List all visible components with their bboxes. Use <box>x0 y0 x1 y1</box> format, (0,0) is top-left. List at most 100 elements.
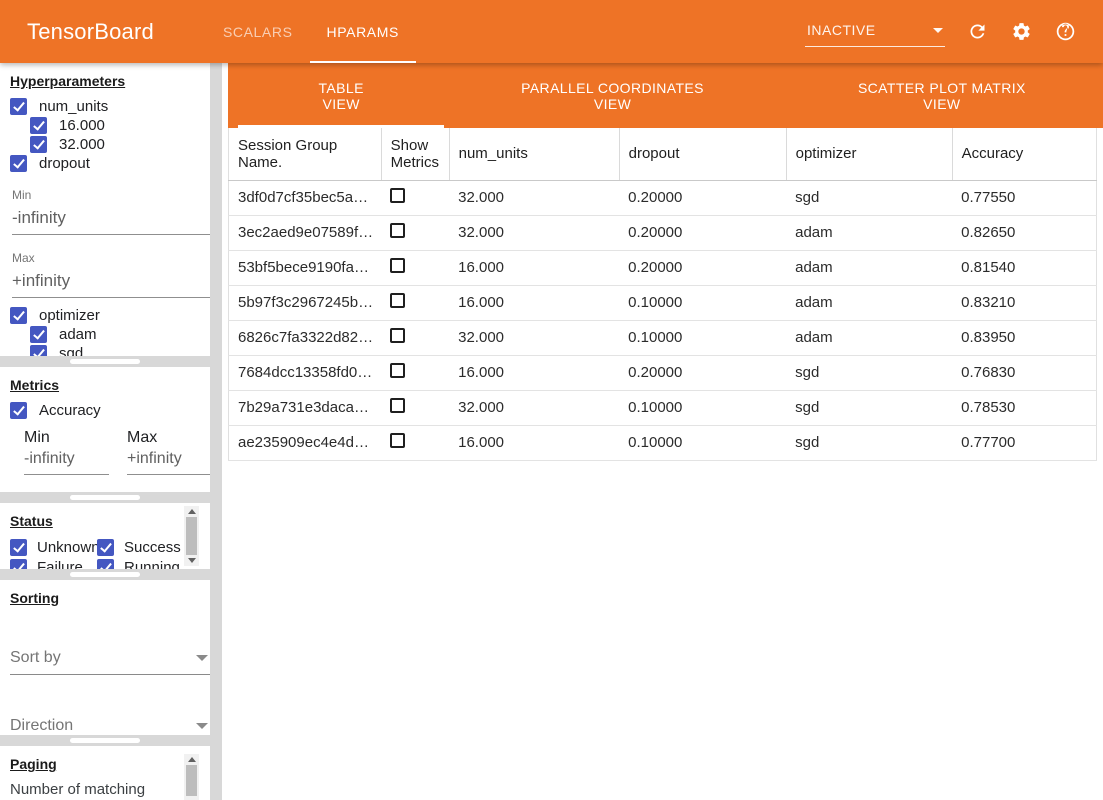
show-metrics-checkbox[interactable] <box>390 188 405 203</box>
hparam-num-units: num_units <box>10 97 204 115</box>
sort-by-dropdown[interactable]: Sort by <box>10 644 210 675</box>
sort-by-value: Sort by <box>10 649 61 667</box>
column-header-num-units[interactable]: num_units <box>449 128 619 180</box>
scrollbar-thumb[interactable] <box>186 765 197 796</box>
direction-dropdown[interactable]: Direction <box>10 712 210 735</box>
status-options: Unknown Success Failure Running <box>10 537 188 569</box>
dropout-value: 0.20000 <box>619 215 786 250</box>
paging-scrollbar[interactable] <box>184 754 199 800</box>
scrollbar-thumb[interactable] <box>186 517 197 555</box>
failure-label: Failure <box>37 559 83 570</box>
show-metrics-checkbox[interactable] <box>390 258 405 273</box>
optimizer-label: optimizer <box>39 307 100 324</box>
show-metrics-checkbox[interactable] <box>390 398 405 413</box>
show-metrics-checkbox[interactable] <box>390 293 405 308</box>
top-navigation: SCALARS HPARAMS <box>206 0 416 63</box>
num-units-32-label: 32.000 <box>59 136 105 153</box>
show-metrics-checkbox[interactable] <box>390 363 405 378</box>
dropout-min-input[interactable] <box>12 205 210 235</box>
unknown-checkbox[interactable] <box>10 539 27 556</box>
table-row: 6826c7fa3322d82… 32.000 0.10000 adam 0.8… <box>229 320 1097 355</box>
dropout-max-input[interactable] <box>12 268 210 298</box>
accuracy-min-field: Min <box>24 429 109 475</box>
optimizer-value: adam <box>786 250 952 285</box>
accuracy-value: 0.78530 <box>952 390 1096 425</box>
num-units-value: 16.000 <box>449 250 619 285</box>
accuracy-value: 0.81540 <box>952 250 1096 285</box>
num-units-checkbox[interactable] <box>10 98 27 115</box>
session-group-name: 6826c7fa3322d82… <box>229 320 382 355</box>
sgd-checkbox[interactable] <box>30 345 47 357</box>
running-label: Running <box>124 559 180 570</box>
panel-resize-handle[interactable] <box>70 572 140 577</box>
success-checkbox[interactable] <box>97 539 114 556</box>
session-group-name: 7b29a731e3daca… <box>229 390 382 425</box>
metrics-panel: Metrics Accuracy Min Max <box>0 367 210 492</box>
status-panel: Status Unknown Success Failure Running <box>0 503 210 569</box>
column-header-optimizer[interactable]: optimizer <box>786 128 952 180</box>
optimizer-value: sgd <box>786 355 952 390</box>
hyperparameters-panel: Hyperparameters num_units 16.000 32.000 … <box>0 63 210 356</box>
dropout-value: 0.20000 <box>619 180 786 215</box>
hyperparameters-title: Hyperparameters <box>10 73 204 89</box>
num-units-label: num_units <box>39 98 108 115</box>
session-group-name: 53bf5bece9190fa… <box>229 250 382 285</box>
accuracy-max-input[interactable] <box>127 447 210 475</box>
dropout-checkbox[interactable] <box>10 155 27 172</box>
refresh-button[interactable] <box>965 20 989 44</box>
session-group-name: 3ec2aed9e07589f… <box>229 215 382 250</box>
running-checkbox[interactable] <box>97 559 114 570</box>
status-running: Running <box>97 558 188 569</box>
refresh-icon <box>967 21 988 42</box>
column-header-show-metrics[interactable]: Show Metrics <box>381 128 449 180</box>
num-units-16-checkbox[interactable] <box>30 117 47 134</box>
help-icon <box>1055 21 1076 42</box>
accuracy-min-input[interactable] <box>24 447 109 475</box>
accuracy-checkbox[interactable] <box>10 402 27 419</box>
tab-scalars[interactable]: SCALARS <box>206 0 310 63</box>
session-group-name: 7684dcc13358fd0… <box>229 355 382 390</box>
show-metrics-checkbox[interactable] <box>390 328 405 343</box>
help-button[interactable] <box>1053 20 1077 44</box>
optimizer-checkbox[interactable] <box>10 307 27 324</box>
num-units-32-checkbox[interactable] <box>30 136 47 153</box>
scroll-down-icon[interactable] <box>188 558 196 563</box>
min-label: Min <box>24 429 109 447</box>
adam-label: adam <box>59 326 97 343</box>
num-units-value: 32.000 <box>449 320 619 355</box>
run-status-dropdown[interactable]: INACTIVE <box>805 20 945 47</box>
failure-checkbox[interactable] <box>10 559 27 570</box>
tab-table-view[interactable]: TABLE VIEW <box>238 63 444 128</box>
tab-hparams[interactable]: HPARAMS <box>310 0 416 63</box>
status-scrollbar[interactable] <box>184 506 199 566</box>
session-group-name: 3df0d7cf35bec5a… <box>229 180 382 215</box>
dropout-value: 0.20000 <box>619 250 786 285</box>
column-header-accuracy[interactable]: Accuracy <box>952 128 1096 180</box>
show-metrics-checkbox[interactable] <box>390 223 405 238</box>
num-units-value: 32.000 <box>449 390 619 425</box>
adam-checkbox[interactable] <box>30 326 47 343</box>
sorting-panel: Sorting Sort by Direction <box>0 580 210 735</box>
hparam-dropout: dropout <box>10 154 204 172</box>
table-row: ae235909ec4e4d… 16.000 0.10000 sgd 0.777… <box>229 425 1097 460</box>
column-header-dropout[interactable]: dropout <box>619 128 786 180</box>
optimizer-value: adam <box>786 215 952 250</box>
optimizer-value: sgd <box>786 425 952 460</box>
accuracy-value: 0.77700 <box>952 425 1096 460</box>
table-row: 3df0d7cf35bec5a… 32.000 0.20000 sgd 0.77… <box>229 180 1097 215</box>
optimizer-value: adam <box>786 320 952 355</box>
panel-resize-handle[interactable] <box>70 495 140 500</box>
tab-parallel-coordinates-view[interactable]: PARALLEL COORDINATES VIEW <box>444 63 780 128</box>
scroll-up-icon[interactable] <box>188 509 196 514</box>
optimizer-value: sgd <box>786 180 952 215</box>
gear-icon <box>1011 21 1032 42</box>
panel-resize-handle[interactable] <box>70 738 140 743</box>
table-row: 5b97f3c2967245b… 16.000 0.10000 adam 0.8… <box>229 285 1097 320</box>
show-metrics-checkbox[interactable] <box>390 433 405 448</box>
settings-button[interactable] <box>1009 20 1033 44</box>
panel-resize-handle[interactable] <box>70 359 140 364</box>
tab-scatter-plot-matrix-view[interactable]: SCATTER PLOT MATRIX VIEW <box>781 63 1103 128</box>
column-header-session-group-name[interactable]: Session Group Name. <box>229 128 382 180</box>
scroll-up-icon[interactable] <box>188 757 196 762</box>
status-failure: Failure <box>10 558 97 569</box>
